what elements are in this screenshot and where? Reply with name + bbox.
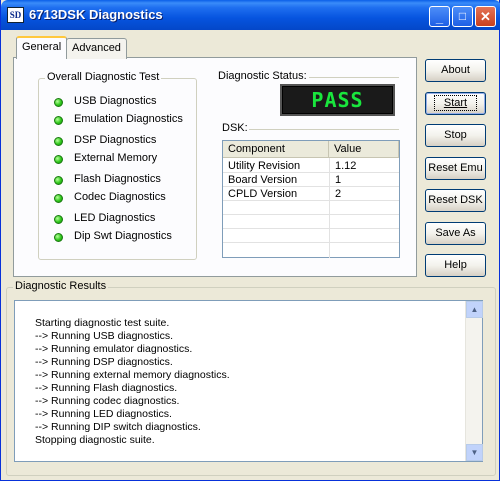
dsk-table[interactable]: Component Value Utility Revision 1.12 Bo… <box>222 140 400 258</box>
diagnostic-item-label: Dip Swt Diagnostics <box>74 230 172 242</box>
results-line: --> Running emulator diagnostics. <box>35 343 193 355</box>
help-button[interactable]: Help <box>425 254 486 277</box>
results-line: --> Running codec diagnostics. <box>35 395 180 407</box>
start-button[interactable]: Start <box>425 92 486 115</box>
overall-test-legend: Overall Diagnostic Test <box>45 71 162 83</box>
diagnostic-item-label: Codec Diagnostics <box>74 191 166 203</box>
tab-advanced[interactable]: Advanced <box>66 38 127 59</box>
status-led-icon <box>54 98 63 107</box>
status-led-icon <box>54 176 63 185</box>
row-divider <box>223 228 399 229</box>
status-divider <box>309 77 399 78</box>
dsk-label: DSK: <box>222 122 248 134</box>
diagnostic-item-label: USB Diagnostics <box>74 95 157 107</box>
results-line: --> Running Flash diagnostics. <box>35 382 178 394</box>
status-display: PASS <box>280 84 395 116</box>
results-line: --> Running external memory diagnostics. <box>35 369 230 381</box>
start-button-label: Start <box>433 95 478 111</box>
results-textarea[interactable]: Starting diagnostic test suite. --> Runni… <box>14 300 483 462</box>
minimize-button[interactable]: _ <box>429 6 450 27</box>
diagnostic-item-label: DSP Diagnostics <box>74 134 157 146</box>
diagnostic-item-label: Flash Diagnostics <box>74 173 161 185</box>
table-cell-component: CPLD Version <box>228 188 298 200</box>
status-led-icon <box>54 137 63 146</box>
row-divider <box>223 242 399 243</box>
main-window: SD 6713DSK Diagnostics _ □ ✕ General Adv… <box>0 0 500 481</box>
dsk-divider <box>249 129 399 130</box>
status-led-icon <box>54 116 63 125</box>
column-header-value[interactable]: Value <box>329 141 399 158</box>
status-led-icon <box>54 233 63 242</box>
status-led-icon <box>54 155 63 164</box>
maximize-button[interactable]: □ <box>452 6 473 27</box>
diagnostic-item-label: LED Diagnostics <box>74 212 156 224</box>
table-cell-component: Utility Revision <box>228 160 301 172</box>
scroll-up-arrow-icon[interactable]: ▲ <box>466 301 483 318</box>
about-button[interactable]: About <box>425 59 486 82</box>
results-line: --> Running DIP switch diagnostics. <box>35 421 201 433</box>
status-led-icon <box>54 215 63 224</box>
results-scrollbar[interactable]: ▲ ▼ <box>465 301 483 461</box>
title-bar[interactable]: SD 6713DSK Diagnostics _ □ ✕ <box>1 0 500 30</box>
row-divider <box>223 214 399 215</box>
close-icon: ✕ <box>480 9 491 24</box>
results-line: --> Running USB diagnostics. <box>35 330 174 342</box>
results-line: Starting diagnostic test suite. <box>35 317 170 329</box>
maximize-icon: □ <box>458 9 467 23</box>
results-line: --> Running LED diagnostics. <box>35 408 172 420</box>
diagnostic-item-label: Emulation Diagnostics <box>74 113 183 125</box>
table-cell-value: 1 <box>335 174 342 186</box>
tab-general[interactable]: General <box>16 36 68 59</box>
results-line: --> Running DSP diagnostics. <box>35 356 173 368</box>
status-value: PASS <box>311 88 364 112</box>
status-led-icon <box>54 194 63 203</box>
results-legend: Diagnostic Results <box>13 280 109 292</box>
close-button[interactable]: ✕ <box>475 6 496 27</box>
stop-button[interactable]: Stop <box>425 124 486 147</box>
table-cell-value: 1.12 <box>335 160 357 172</box>
table-cell-value: 2 <box>335 188 342 200</box>
minimize-icon: _ <box>435 10 444 25</box>
diagnostic-status-label: Diagnostic Status: <box>218 70 307 82</box>
app-icon: SD <box>7 7 24 23</box>
results-line: Stopping diagnostic suite. <box>35 434 155 446</box>
column-header-component[interactable]: Component <box>223 141 329 158</box>
reset-emu-button[interactable]: Reset Emu <box>425 157 486 180</box>
save-as-button[interactable]: Save As <box>425 222 486 245</box>
reset-dsk-button[interactable]: Reset DSK <box>425 189 486 212</box>
diagnostic-item-label: External Memory <box>74 152 158 164</box>
table-cell-component: Board Version <box>228 174 298 186</box>
column-divider <box>329 158 330 258</box>
scroll-down-arrow-icon[interactable]: ▼ <box>466 444 483 461</box>
window-title: 6713DSK Diagnostics <box>29 7 163 22</box>
